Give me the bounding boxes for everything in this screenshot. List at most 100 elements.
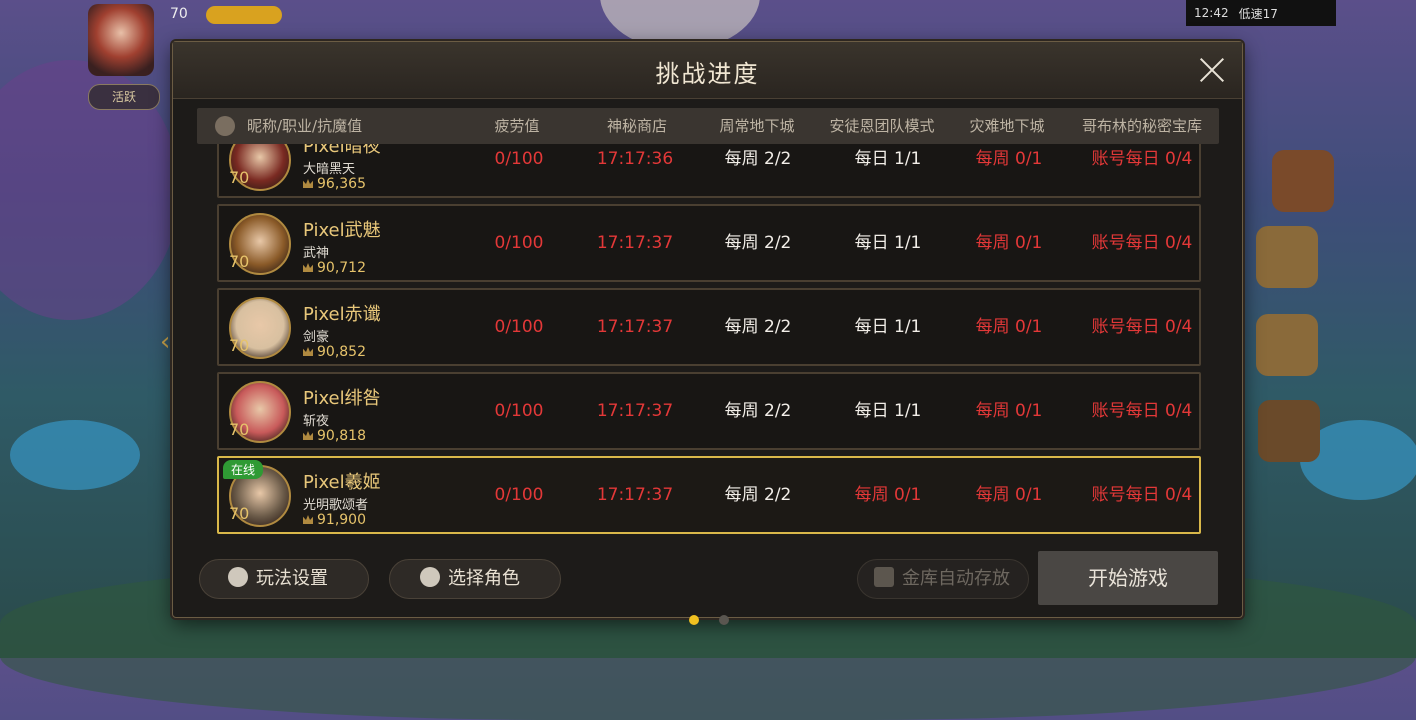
character-row[interactable]: 70 Pixel赤谶 剑豪 90,852 0/100 17:17:37 每周 2/2 每日 1… [217, 288, 1201, 366]
select-role-button[interactable]: 选择角色 [389, 559, 561, 599]
background-portal-left [10, 420, 140, 490]
character-job: 剑豪 [303, 330, 330, 345]
side-pvp-icon[interactable] [1256, 226, 1318, 288]
character-row[interactable]: 70 在线 Pixel羲姬 光明歌颂者 91,900 0/100 17:17:37 每周 2/… [217, 456, 1201, 534]
character-power: 90,712 [303, 260, 366, 276]
character-row[interactable]: 70 Pixel武魅武神 90,712 0/100 17:17:37 每周 2/2 每日 1… [217, 204, 1201, 282]
cell-shop: 17:17:37 [596, 317, 674, 337]
network-speed: 低速17 [1238, 6, 1278, 21]
side-guild-icon[interactable] [1256, 314, 1318, 376]
system-status-bar: 12:42 低速17 [1186, 0, 1336, 26]
cell-anton: 每周 0/1 [854, 485, 922, 505]
character-name: Pixel绯咎 [303, 388, 381, 409]
cell-weekly: 每周 2/2 [724, 485, 792, 505]
cell-fatigue: 0/100 [494, 485, 544, 505]
cell-disaster: 每周 0/1 [975, 149, 1043, 169]
character-icon [420, 567, 440, 587]
cell-shop: 17:17:37 [596, 485, 674, 505]
character-power: 90,852 [303, 344, 366, 360]
col-header-disaster: 灾难地下城 [969, 117, 1045, 135]
online-badge: 在线 [223, 460, 264, 479]
cell-goblin: 账号每日 0/4 [1091, 485, 1193, 505]
character-name: Pixel暗夜 [303, 144, 381, 157]
character-job: 大暗黑天 [303, 162, 356, 177]
cell-shop: 17:17:37 [596, 233, 674, 253]
settings-button[interactable]: 玩法设置 [199, 559, 369, 599]
cell-shop: 17:17:36 [596, 149, 674, 169]
character-row[interactable]: 70 Pixel绯咎斩夜 90,818 0/100 17:17:37 每周 2/2 每日 1… [217, 372, 1201, 450]
settings-button-label: 玩法设置 [256, 568, 328, 589]
player-level: 70 [170, 6, 188, 22]
character-list[interactable]: 70 Pixel暗夜 大暗黑天 96,365 0/100 17:17:36 每周 2/2 每日… [217, 144, 1201, 540]
character-power: 96,365 [303, 176, 366, 192]
character-level: 70 [229, 252, 250, 271]
gear-icon [228, 567, 248, 587]
crown-icon [303, 347, 313, 356]
select-role-label: 选择角色 [448, 568, 520, 589]
col-header-name: 昵称/职业/抗魔值 [247, 117, 363, 135]
cell-goblin: 账号每日 0/4 [1091, 233, 1193, 253]
cell-disaster: 每周 0/1 [975, 401, 1043, 421]
character-level: 70 [229, 336, 250, 355]
start-game-button[interactable]: 开始游戏 [1038, 551, 1218, 605]
character-power: 91,900 [303, 512, 366, 528]
col-header-goblin: 哥布林的秘密宝库 [1081, 117, 1202, 135]
col-header-anton: 安徒恩团队模式 [829, 117, 935, 135]
cell-anton: 每日 1/1 [854, 401, 922, 421]
cell-goblin: 账号每日 0/4 [1091, 317, 1193, 337]
character-name: Pixel赤谶 [303, 304, 381, 325]
page-dot-2[interactable] [719, 615, 729, 625]
cell-weekly: 每周 2/2 [724, 317, 792, 337]
power-value: 96,365 [317, 176, 366, 192]
crown-icon [303, 263, 313, 272]
cell-shop: 17:17:37 [596, 401, 674, 421]
crown-icon [303, 431, 313, 440]
character-job: 武神 [303, 246, 330, 261]
dialog-titlebar: 挑战进度 [173, 42, 1242, 99]
challenge-progress-dialog: 挑战进度 昵称/职业/抗魔值 疲劳值 神秘商店 周常地下城 安徒恩团队模式 灾难… [172, 41, 1243, 625]
cell-disaster: 每周 0/1 [975, 233, 1043, 253]
vault-icon [874, 567, 894, 587]
cell-fatigue: 0/100 [494, 233, 544, 253]
cell-goblin: 账号每日 0/4 [1091, 149, 1193, 169]
cell-fatigue: 0/100 [494, 149, 544, 169]
cell-anton: 每日 1/1 [854, 233, 922, 253]
character-power: 90,818 [303, 428, 366, 444]
cell-fatigue: 0/100 [494, 401, 544, 421]
character-name: Pixel武魅 [303, 220, 381, 241]
clock: 12:42 [1194, 6, 1229, 20]
cell-anton: 每日 1/1 [854, 317, 922, 337]
close-icon[interactable] [1198, 56, 1226, 84]
crown-icon [303, 179, 313, 188]
activity-tag[interactable]: 活跃 [88, 84, 160, 110]
power-value: 91,900 [317, 512, 366, 528]
cell-weekly: 每周 2/2 [724, 233, 792, 253]
character-job: 光明歌颂者 [303, 498, 369, 513]
profile-icon [215, 116, 235, 136]
cell-disaster: 每周 0/1 [975, 485, 1043, 505]
character-job: 斩夜 [303, 414, 330, 429]
col-header-weekly: 周常地下城 [719, 117, 795, 135]
col-header-fatigue: 疲劳值 [494, 117, 540, 135]
player-avatar[interactable] [88, 4, 154, 76]
power-value: 90,852 [317, 344, 366, 360]
page-dot-1[interactable] [689, 615, 699, 625]
power-value: 90,818 [317, 428, 366, 444]
cell-weekly: 每周 2/2 [724, 149, 792, 169]
character-level: 70 [229, 420, 250, 439]
character-row[interactable]: 70 Pixel暗夜 大暗黑天 96,365 0/100 17:17:36 每周 2/2 每日… [217, 144, 1201, 198]
dialog-title: 挑战进度 [655, 60, 760, 88]
table-header: 昵称/职业/抗魔值 疲劳值 神秘商店 周常地下城 安徒恩团队模式 灾难地下城 哥… [197, 108, 1219, 144]
auto-store-button[interactable]: 金库自动存放 [857, 559, 1029, 599]
cell-goblin: 账号每日 0/4 [1091, 401, 1193, 421]
cell-weekly: 每周 2/2 [724, 401, 792, 421]
side-treasure-icon[interactable] [1272, 150, 1334, 212]
side-shop-icon[interactable] [1258, 400, 1320, 462]
currency-badge[interactable] [206, 6, 282, 24]
power-value: 90,712 [317, 260, 366, 276]
col-header-shop: 神秘商店 [606, 117, 667, 135]
cell-disaster: 每周 0/1 [975, 317, 1043, 337]
crown-icon [303, 515, 313, 524]
auto-store-label: 金库自动存放 [902, 568, 1010, 589]
cell-anton: 每日 1/1 [854, 149, 922, 169]
